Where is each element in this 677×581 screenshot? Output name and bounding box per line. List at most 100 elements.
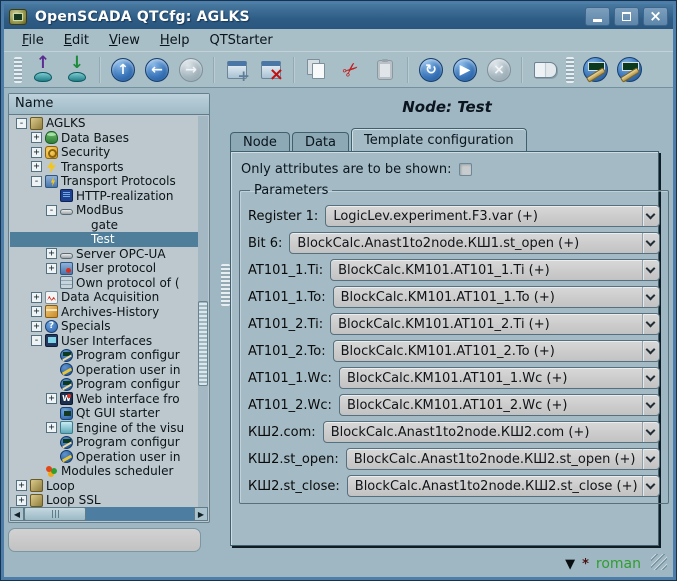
close-button[interactable]: × [643,7,668,26]
tray-triangle-icon[interactable]: ▼ [565,558,575,571]
tree-item-modbus[interactable]: -ModBus [10,203,198,218]
combo-dropdown-button[interactable] [642,341,659,361]
tree-expander-minus-icon[interactable]: - [46,205,57,216]
tree-expander-plus-icon[interactable]: + [31,292,42,303]
tab-template-configuration[interactable]: Template configuration [351,128,527,152]
tree-item-modules-scheduler[interactable]: Modules scheduler [10,464,198,479]
qtstarter-config-icon[interactable] [580,55,610,85]
manual-icon[interactable] [530,55,560,85]
menu-edit[interactable]: Edit [54,31,99,50]
param-combo-2-st-close[interactable]: BlockCalc.Anast1to2node.КШ2.st_close (+) [347,475,660,497]
combo-dropdown-button[interactable] [642,260,659,280]
param-combo-bit-6[interactable]: BlockCalc.Anast1to2node.КШ1.st_open (+) [289,232,659,254]
tree-expander-plus-icon[interactable]: + [31,306,42,317]
start-icon[interactable]: ▶ [450,55,480,85]
menu-file[interactable]: File [12,31,54,50]
combo-dropdown-button[interactable] [642,476,659,496]
hscroll-left-arrow-icon[interactable]: ◀ [10,507,24,521]
only-attrs-checkbox[interactable] [459,163,472,176]
combo-dropdown-button[interactable] [642,422,659,442]
tree-item-operation-user-in[interactable]: Operation user in [10,363,198,378]
save-icon[interactable]: ↓ [62,55,92,85]
tab-node[interactable]: Node [230,132,290,152]
tree-expander-plus-icon[interactable]: + [46,393,57,404]
tree-column-header-name[interactable]: Name [9,94,209,115]
combo-dropdown-button[interactable] [642,449,659,469]
combo-dropdown-button[interactable] [642,287,659,307]
tree-vscroll-thumb[interactable] [198,301,208,386]
tree-item-aglks[interactable]: -AGLKS [10,116,198,131]
tree-expander-plus-icon[interactable]: + [46,263,57,274]
tree-item-user-interfaces[interactable]: -User Interfaces [10,334,198,349]
menu-qtstarter[interactable]: QTStarter [199,31,282,50]
param-combo-at101-2-wc[interactable]: BlockCalc.KM101.AT101_2.Wc (+) [339,394,660,416]
tree-expander-plus-icon[interactable]: + [31,147,42,158]
tree-expander-plus-icon[interactable]: + [16,480,27,491]
tree-expander-plus-icon[interactable]: + [46,248,57,259]
combo-dropdown-button[interactable] [642,233,659,253]
param-combo-2-st-open[interactable]: BlockCalc.Anast1to2node.КШ2.st_open (+) [346,448,660,470]
tree-expander-plus-icon[interactable]: + [16,495,27,506]
reload-icon[interactable]: ↻ [416,55,446,85]
tree-item-specials[interactable]: +?Specials [10,319,198,334]
tree-item-server-opc-ua[interactable]: +Server OPC-UA [10,247,198,262]
tree-item-loop-ssl[interactable]: +Loop SSL [10,493,198,507]
window-resize-grip[interactable] [651,554,667,570]
bottom-edit-field[interactable] [8,528,201,552]
toolbar-grip[interactable] [14,57,22,83]
cut-icon[interactable]: ✂ [336,55,366,85]
menu-help[interactable]: Help [150,31,200,50]
tree-item-archives-history[interactable]: +Archives-History [10,305,198,320]
tree-item-data-acquisition[interactable]: +Data Acquisition [10,290,198,305]
add-item-icon[interactable]: + [222,55,252,85]
tree-horizontal-scrollbar[interactable]: ◀ ▶ [10,507,208,521]
combo-dropdown-button[interactable] [642,368,659,388]
tree-item-transports[interactable]: +Transports [10,160,198,175]
tree-item-test[interactable]: Test [10,232,198,247]
tree-item-program-configur[interactable]: Program configur [10,377,198,392]
tree-item-program-configur[interactable]: Program configur [10,435,198,450]
hscroll-right-arrow-icon[interactable]: ▶ [194,507,208,521]
tree-item-loop[interactable]: +Loop [10,479,198,494]
tree-expander-plus-icon[interactable]: + [31,161,42,172]
tab-data[interactable]: Data [292,132,349,152]
tree-expander-minus-icon[interactable]: - [31,335,42,346]
copy-icon[interactable] [302,55,332,85]
tree-item-qt-gui-starter[interactable]: Qt GUI starter [10,406,198,421]
tree-item-gate[interactable]: gate [10,218,198,233]
up-icon[interactable]: ↑ [108,55,138,85]
combo-dropdown-button[interactable] [642,395,659,415]
maximize-button[interactable] [614,7,639,26]
param-combo-register-1[interactable]: LogicLev.experiment.F3.var (+) [325,205,659,227]
tree-item-transport-protocols[interactable]: -Transport Protocols [10,174,198,189]
param-combo-at101-2-ti[interactable]: BlockCalc.KM101.AT101_2.Ti (+) [330,313,660,335]
param-combo-at101-1-wc[interactable]: BlockCalc.KM101.AT101_1.Wc (+) [339,367,660,389]
tree-item-program-configur[interactable]: Program configur [10,348,198,363]
param-combo-2-com[interactable]: BlockCalc.Anast1to2node.КШ2.com (+) [323,421,660,443]
param-combo-at101-1-ti[interactable]: BlockCalc.KM101.AT101_1.Ti (+) [330,259,660,281]
tree-item-own-protocol-of[interactable]: Own protocol of ( [10,276,198,291]
tree-expander-plus-icon[interactable]: + [46,422,57,433]
menu-view[interactable]: View [99,31,150,50]
hscroll-trough[interactable] [86,507,194,521]
param-combo-at101-2-to[interactable]: BlockCalc.KM101.AT101_2.To (+) [333,340,660,362]
tree-expander-plus-icon[interactable]: + [31,321,42,332]
tree-vertical-scrollbar[interactable] [198,116,208,507]
tree-item-security[interactable]: +Security [10,145,198,160]
load-icon[interactable]: ↑ [28,55,58,85]
back-icon[interactable]: ← [142,55,172,85]
tree-item-data-bases[interactable]: +Data Bases [10,131,198,146]
tree-item-engine-of-the-visu[interactable]: +Engine of the visu [10,421,198,436]
qtstarter-config-2-icon[interactable] [614,55,644,85]
hscroll-thumb[interactable] [24,507,86,521]
tree-item-user-protocol[interactable]: +User protocol [10,261,198,276]
combo-dropdown-button[interactable] [642,206,659,226]
tree-expander-plus-icon[interactable]: + [31,132,42,143]
tree-item-http-realization[interactable]: HTTP-realization [10,189,198,204]
tree-item-web-interface-fro[interactable]: +WWeb interface fro [10,392,198,407]
remove-item-icon[interactable]: × [256,55,286,85]
param-combo-at101-1-to[interactable]: BlockCalc.KM101.AT101_1.To (+) [333,286,660,308]
combo-dropdown-button[interactable] [642,314,659,334]
tree-item-operation-user-in[interactable]: Operation user in [10,450,198,465]
tree-expander-minus-icon[interactable]: - [31,176,42,187]
